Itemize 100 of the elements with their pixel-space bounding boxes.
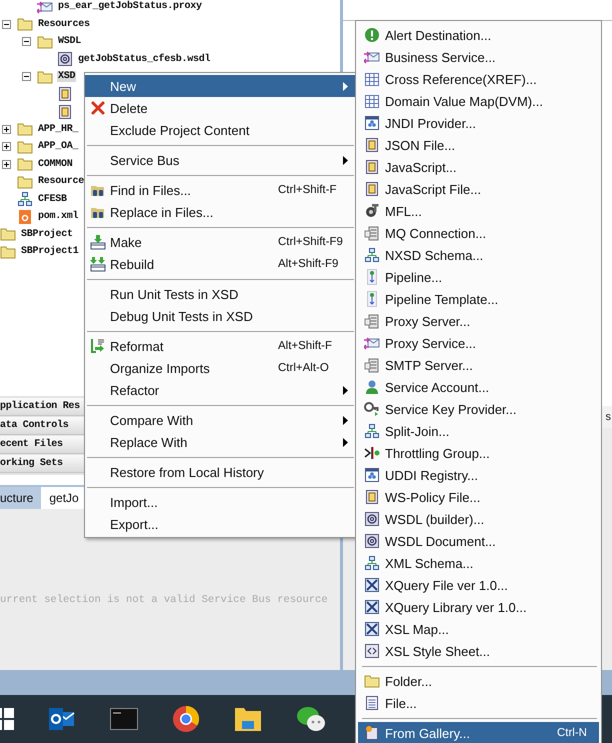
tree-item[interactable]: XSD xyxy=(57,71,76,82)
new-file-icon xyxy=(364,725,380,741)
menu-item[interactable]: Pipeline... xyxy=(358,266,599,288)
menu-item[interactable]: WSDL (builder)... xyxy=(358,508,599,530)
tree-item[interactable]: Resources xyxy=(37,18,91,30)
document-icon xyxy=(57,86,73,102)
tab[interactable]: getJo xyxy=(41,487,87,509)
tree-item[interactable]: APP_HR_ xyxy=(37,124,80,135)
menu-item[interactable]: Replace in Files... xyxy=(85,201,355,223)
hierarchy-icon xyxy=(17,191,33,208)
collapse-toggle[interactable] xyxy=(22,72,31,82)
menu-item[interactable]: WSDL Document... xyxy=(358,530,599,552)
expand-toggle[interactable] xyxy=(2,124,11,134)
menu-item[interactable]: Proxy Service... xyxy=(358,332,599,354)
menu-item[interactable]: MQ Connection... xyxy=(358,222,599,244)
tree-item[interactable]: SBProject1 xyxy=(20,246,80,258)
menu-item[interactable]: Replace With xyxy=(85,431,355,453)
menu-item[interactable]: SMTP Server... xyxy=(358,354,599,376)
menu-item[interactable]: Pipeline Template... xyxy=(358,288,599,310)
menu-item[interactable]: JNDI Provider... xyxy=(358,112,599,134)
menu-item[interactable]: Throttling Group... xyxy=(358,442,599,464)
menu-item[interactable]: Cross Reference(XREF)... xyxy=(358,68,599,90)
folder-icon xyxy=(17,121,33,138)
envelope-icon xyxy=(364,49,380,65)
at-sign-icon xyxy=(364,533,380,549)
hierarchy-icon xyxy=(364,555,380,571)
document-icon xyxy=(364,489,380,505)
browser-icon[interactable] xyxy=(172,705,200,733)
menu-item[interactable]: Restore from Local History xyxy=(85,461,355,483)
menu-item[interactable]: Proxy Server... xyxy=(358,310,599,332)
menu-item[interactable]: MFL... xyxy=(358,200,599,222)
folder-icon[interactable] xyxy=(234,706,262,732)
menu-item[interactable]: JSON File... xyxy=(358,134,599,156)
terminal-icon[interactable] xyxy=(110,708,138,730)
menu-item[interactable]: Service Key Provider... xyxy=(358,398,599,420)
menu-item[interactable]: JavaScript File... xyxy=(358,178,599,200)
menu-item[interactable]: File... xyxy=(358,692,599,714)
menu-item[interactable]: JavaScript... xyxy=(358,156,599,178)
tree-item[interactable]: getJobStatus_cfesb.wsdl xyxy=(77,54,212,65)
menu-item[interactable]: WS-Policy File... xyxy=(358,486,599,508)
submenu-arrow-icon xyxy=(343,82,348,90)
tree-item[interactable]: SBProject xyxy=(20,228,74,240)
tree-item[interactable]: WSDL xyxy=(57,36,82,48)
file-icon xyxy=(364,695,380,711)
mail-icon[interactable] xyxy=(48,705,76,733)
tree-item[interactable]: COMMON xyxy=(37,158,74,170)
collapse-toggle[interactable] xyxy=(22,37,31,46)
server-icon xyxy=(364,225,380,241)
key-icon xyxy=(364,401,380,417)
menu-item[interactable]: Delete xyxy=(85,97,355,119)
menu-item[interactable]: Domain Value Map(DVM)... xyxy=(358,90,599,112)
menu-item[interactable]: Reformat Alt+Shift-F xyxy=(85,335,355,357)
menu-item[interactable]: Alert Destination... xyxy=(358,24,599,46)
tab[interactable]: ucture xyxy=(0,487,42,509)
menu-item[interactable]: Export... xyxy=(85,513,355,535)
bowtie-icon xyxy=(364,599,380,615)
at-sign-icon xyxy=(57,51,73,68)
submenu-arrow-icon xyxy=(343,386,348,394)
folder-icon xyxy=(364,673,380,689)
folder-icon xyxy=(37,34,53,50)
tree-item[interactable]: APP_OA_ xyxy=(37,141,80,152)
menu-item[interactable]: Debug Unit Tests in XSD xyxy=(85,305,355,327)
menu-item[interactable]: Exclude Project Content xyxy=(85,119,355,141)
expand-toggle[interactable] xyxy=(2,160,11,169)
panel-title: s xyxy=(606,411,612,423)
menu-item[interactable]: Split-Join... xyxy=(358,420,599,442)
menu-item[interactable]: From Gallery... Ctrl-N xyxy=(358,722,599,743)
menu-item[interactable]: Find in Files... Ctrl+Shift-F xyxy=(85,179,355,201)
menu-item[interactable]: Refactor xyxy=(85,379,355,401)
menu-item[interactable]: UDDI Registry... xyxy=(358,464,599,486)
chat-icon[interactable] xyxy=(296,705,326,733)
menu-item[interactable]: Service Bus xyxy=(85,149,355,171)
hierarchy-icon xyxy=(364,247,380,263)
tree-item[interactable]: ps_ear_getJobStatus.proxy xyxy=(57,1,203,12)
collapse-toggle[interactable] xyxy=(2,20,11,29)
menu-item[interactable]: New xyxy=(85,75,355,97)
menu-item[interactable]: Folder... xyxy=(358,670,599,692)
expand-toggle[interactable] xyxy=(2,142,11,152)
bowtie-icon xyxy=(364,621,380,637)
menu-item[interactable]: Import... xyxy=(85,491,355,513)
menu-item[interactable]: Rebuild Alt+Shift-F9 xyxy=(85,253,355,275)
menu-item[interactable]: Business Service... xyxy=(358,46,599,68)
menu-item[interactable]: XQuery Library ver 1.0... xyxy=(358,596,599,618)
envelope-icon xyxy=(364,335,380,351)
menu-item[interactable]: NXSD Schema... xyxy=(358,244,599,266)
menu-item[interactable]: XML Schema... xyxy=(358,552,599,574)
menu-item[interactable]: Organize Imports Ctrl+Alt-O xyxy=(85,357,355,379)
folder-icon xyxy=(17,16,33,32)
menu-item[interactable]: Compare With xyxy=(85,409,355,431)
menu-item[interactable]: XQuery File ver 1.0... xyxy=(358,574,599,596)
tree-item[interactable]: pom.xml xyxy=(37,211,80,222)
tree-item[interactable]: Resource xyxy=(37,176,86,188)
tree-item[interactable]: CFESB xyxy=(37,194,68,205)
rebuild-icon xyxy=(90,256,106,272)
menu-item[interactable]: Run Unit Tests in XSD xyxy=(85,283,355,305)
menu-item[interactable]: Make Ctrl+Shift-F9 xyxy=(85,231,355,253)
menu-item[interactable]: Service Account... xyxy=(358,376,599,398)
delete-icon xyxy=(90,100,106,116)
menu-item[interactable]: XSL Style Sheet... xyxy=(358,640,599,662)
menu-item[interactable]: XSL Map... xyxy=(358,618,599,640)
